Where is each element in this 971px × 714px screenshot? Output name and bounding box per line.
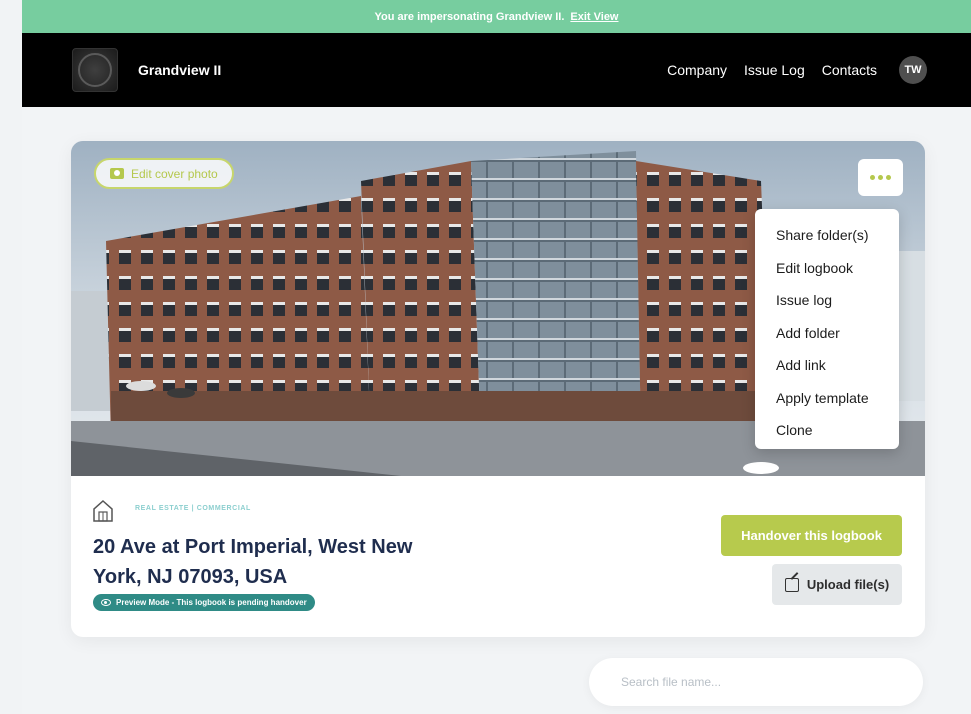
menu-item-add-link[interactable]: Add link xyxy=(755,349,899,382)
nav-contacts[interactable]: Contacts xyxy=(822,62,877,78)
nav-links: Company Issue Log Contacts TW xyxy=(667,33,927,107)
file-search-box xyxy=(589,658,923,706)
search-file-input[interactable] xyxy=(621,675,881,689)
exit-view-link[interactable]: Exit View xyxy=(570,11,618,23)
edit-cover-label: Edit cover photo xyxy=(131,166,218,181)
impersonation-banner: You are impersonating Grandview II. Exit… xyxy=(22,0,971,33)
camera-icon xyxy=(110,168,124,179)
menu-item-issue-log[interactable]: Issue log xyxy=(755,284,899,317)
house-icon xyxy=(93,500,113,522)
address-line-2: York, NJ 07093, USA xyxy=(93,566,288,588)
brand-name: Grandview II xyxy=(138,62,222,78)
preview-badge-label: Preview Mode - This logbook is pending h… xyxy=(116,598,307,607)
logbook-details: REAL ESTATE | COMMERCIAL 20 Ave at Port … xyxy=(71,476,925,637)
upload-label: Upload file(s) xyxy=(806,577,890,592)
upload-files-button[interactable]: Upload file(s) xyxy=(772,564,902,605)
more-dots-icon xyxy=(870,175,875,180)
nav-issue-log[interactable]: Issue Log xyxy=(744,62,805,78)
handover-logbook-button[interactable]: Handover this logbook xyxy=(721,515,902,556)
menu-item-clone[interactable]: Clone xyxy=(755,414,899,447)
logbook-address: 20 Ave at Port Imperial, West New York, … xyxy=(93,532,523,592)
address-line-1: 20 Ave at Port Imperial, West New xyxy=(93,536,413,558)
company-logo[interactable] xyxy=(72,48,118,92)
eye-icon xyxy=(101,599,111,606)
options-dropdown-menu: Share folder(s) Edit logbook Issue log A… xyxy=(755,209,899,449)
menu-item-add-folder[interactable]: Add folder xyxy=(755,317,899,350)
edit-cover-photo-button[interactable]: Edit cover photo xyxy=(94,158,234,189)
preview-mode-badge: Preview Mode - This logbook is pending h… xyxy=(93,594,315,611)
logbook-category: REAL ESTATE | COMMERCIAL xyxy=(135,505,251,512)
user-avatar[interactable]: TW xyxy=(899,56,927,84)
nav-company[interactable]: Company xyxy=(667,62,727,78)
menu-item-share-folders[interactable]: Share folder(s) xyxy=(755,219,899,252)
menu-item-edit-logbook[interactable]: Edit logbook xyxy=(755,252,899,285)
upload-icon xyxy=(784,577,799,592)
top-navbar: Grandview II Company Issue Log Contacts … xyxy=(22,33,971,107)
impersonation-message: You are impersonating Grandview II. xyxy=(374,10,565,23)
more-options-button[interactable] xyxy=(858,159,903,196)
logbook-card: Edit cover photo Share folder(s) Edit lo… xyxy=(71,141,925,637)
menu-item-apply-template[interactable]: Apply template xyxy=(755,382,899,415)
